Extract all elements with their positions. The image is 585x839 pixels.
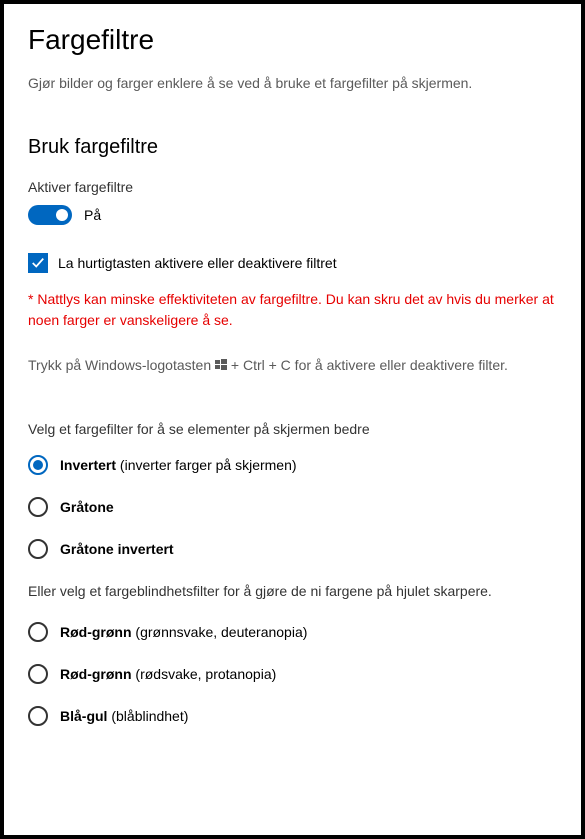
windows-key-icon [215,356,227,377]
radio-button [28,497,48,517]
radio-dot-icon [33,460,43,470]
radio-deuteranopia[interactable]: Rød-grønn (grønnsvake, deuteranopia) [28,622,557,642]
toggle-row: På [28,205,557,225]
hint-after: + Ctrl + C for å aktivere eller deaktive… [227,357,508,373]
hotkey-checkbox-row: La hurtigtasten aktivere eller deaktiver… [28,253,557,274]
radio-button [28,664,48,684]
radio-label: Rød-grønn (grønnsvake, deuteranopia) [60,624,307,640]
check-icon [31,256,45,270]
warning-text: kan minske effektiviteten av fargefiltre… [28,291,554,328]
radio-tritanopia[interactable]: Blå-gul (blåblindhet) [28,706,557,726]
warning-star: * [28,291,33,307]
radio-button [28,622,48,642]
radio-button [28,706,48,726]
toggle-state-label: På [84,207,101,223]
radio-button [28,539,48,559]
radio-label: Gråtone invertert [60,541,174,557]
radio-label: Rød-grønn (rødsvake, protanopia) [60,666,276,682]
page-title: Fargefiltre [28,24,557,56]
page-description: Gjør bilder og farger enklere å se ved å… [28,74,557,94]
radio-protanopia[interactable]: Rød-grønn (rødsvake, protanopia) [28,664,557,684]
activate-filters-toggle[interactable] [28,205,72,225]
filter-select-label: Velg et fargefilter for å se elementer p… [28,421,557,437]
nightlight-link[interactable]: Nattlys [37,291,80,307]
toggle-label: Aktiver fargefiltre [28,179,557,195]
radio-grayscale[interactable]: Gråtone [28,497,557,517]
hint-before: Trykk på Windows-logotasten [28,357,215,373]
nightlight-warning: * Nattlys kan minske effektiviteten av f… [28,289,557,331]
radio-inverted[interactable]: Invertert (inverter farger på skjermen) [28,455,557,475]
toggle-knob [56,209,68,221]
radio-label: Gråtone [60,499,114,515]
radio-label: Blå-gul (blåblindhet) [60,708,188,724]
radio-grayscale-inverted[interactable]: Gråtone invertert [28,539,557,559]
colorblind-description: Eller velg et fargeblindhetsfilter for å… [28,581,557,602]
hotkey-checkbox-label: La hurtigtasten aktivere eller deaktiver… [58,253,337,274]
radio-label: Invertert (inverter farger på skjermen) [60,457,297,473]
radio-button [28,455,48,475]
section-title: Bruk fargefiltre [28,136,557,159]
hotkey-checkbox[interactable] [28,253,48,273]
keyboard-hint: Trykk på Windows-logotasten + Ctrl + C f… [28,355,557,377]
